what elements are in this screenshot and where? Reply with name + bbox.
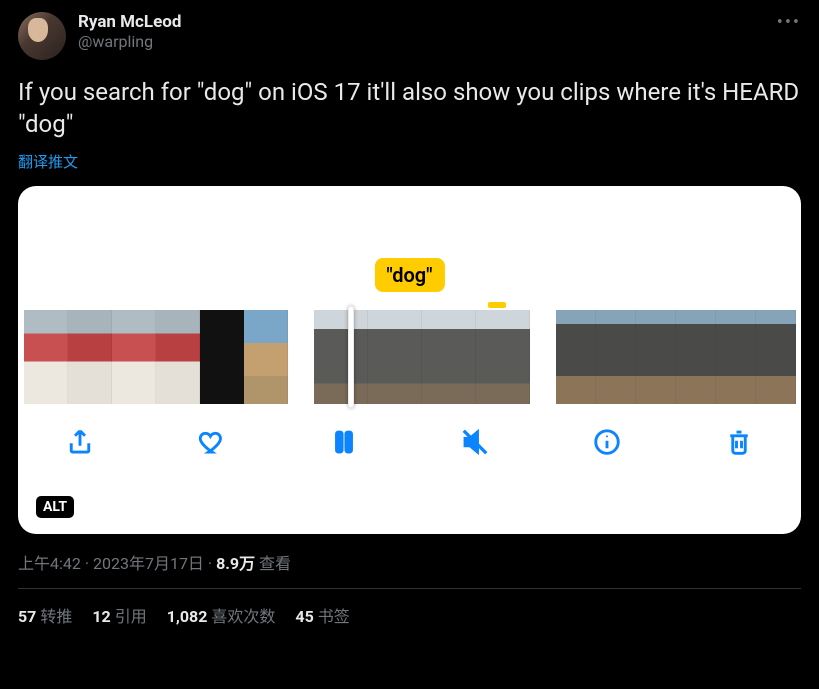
- divider: [18, 588, 801, 589]
- stat-label: 喜欢次数: [211, 607, 275, 626]
- stat-label: 引用: [115, 607, 147, 626]
- video-frame: [244, 310, 288, 404]
- video-frame: [756, 310, 796, 404]
- filmstrip[interactable]: [18, 310, 801, 404]
- alt-badge[interactable]: ALT: [36, 496, 74, 518]
- video-frame: [676, 310, 716, 404]
- clip-group-1[interactable]: [24, 310, 288, 404]
- stat-count: 1,082: [167, 607, 208, 626]
- more-icon[interactable]: •••: [777, 12, 801, 33]
- stat-count: 57: [18, 607, 36, 626]
- video-frame: [368, 310, 422, 404]
- heart-icon[interactable]: [192, 422, 232, 462]
- search-term-chip: "dog": [374, 258, 444, 292]
- clip-group-2[interactable]: [314, 310, 530, 404]
- trash-icon[interactable]: [719, 422, 759, 462]
- display-name[interactable]: Ryan McLeod: [78, 12, 181, 32]
- views-count[interactable]: 8.9万: [216, 554, 255, 573]
- views-label: 查看: [259, 554, 291, 573]
- share-icon[interactable]: [60, 422, 100, 462]
- handle[interactable]: @warpling: [78, 32, 181, 51]
- video-frame: [314, 310, 368, 404]
- media-toolbar: [18, 422, 801, 462]
- stat-label: 转推: [40, 607, 72, 626]
- stat-count: 12: [92, 607, 110, 626]
- bookmarks-stat[interactable]: 45 书签: [295, 603, 349, 627]
- mute-icon[interactable]: [455, 422, 495, 462]
- tweet-time[interactable]: 上午4:42: [18, 554, 81, 573]
- quotes-stat[interactable]: 12 引用: [92, 603, 146, 627]
- video-frame: [200, 310, 244, 404]
- video-frame: [422, 310, 476, 404]
- video-frame: [476, 310, 530, 404]
- video-frame: [112, 310, 156, 404]
- tweet-date[interactable]: 2023年7月17日: [93, 554, 204, 573]
- tweet-meta: 上午4:42 · 2023年7月17日 · 8.9万 查看: [18, 550, 801, 574]
- translate-link[interactable]: 翻译推文: [18, 151, 78, 172]
- video-frame: [636, 310, 676, 404]
- pause-icon[interactable]: [324, 422, 364, 462]
- video-frame: [68, 310, 112, 404]
- video-frame: [716, 310, 756, 404]
- video-frame: [556, 310, 596, 404]
- stat-count: 45: [295, 607, 313, 626]
- tweet-text: If you search for "dog" on iOS 17 it'll …: [18, 76, 801, 141]
- video-frame: [156, 310, 200, 404]
- info-icon[interactable]: [587, 422, 627, 462]
- stats-row: 57转推 12 引用 1,082喜欢次数 45 书签: [18, 603, 801, 627]
- tweet-header: Ryan McLeod @warpling •••: [18, 12, 801, 60]
- clip-group-3[interactable]: [556, 310, 796, 404]
- likes-stat[interactable]: 1,082喜欢次数: [167, 603, 276, 627]
- retweets-stat[interactable]: 57转推: [18, 603, 72, 627]
- stat-label: 书签: [318, 607, 350, 626]
- playhead[interactable]: [348, 306, 354, 408]
- marker-tick: [488, 302, 506, 308]
- video-frame: [24, 310, 68, 404]
- media-card[interactable]: "dog": [18, 186, 801, 534]
- avatar[interactable]: [18, 12, 66, 60]
- user-meta: Ryan McLeod @warpling: [78, 12, 181, 51]
- video-frame: [596, 310, 636, 404]
